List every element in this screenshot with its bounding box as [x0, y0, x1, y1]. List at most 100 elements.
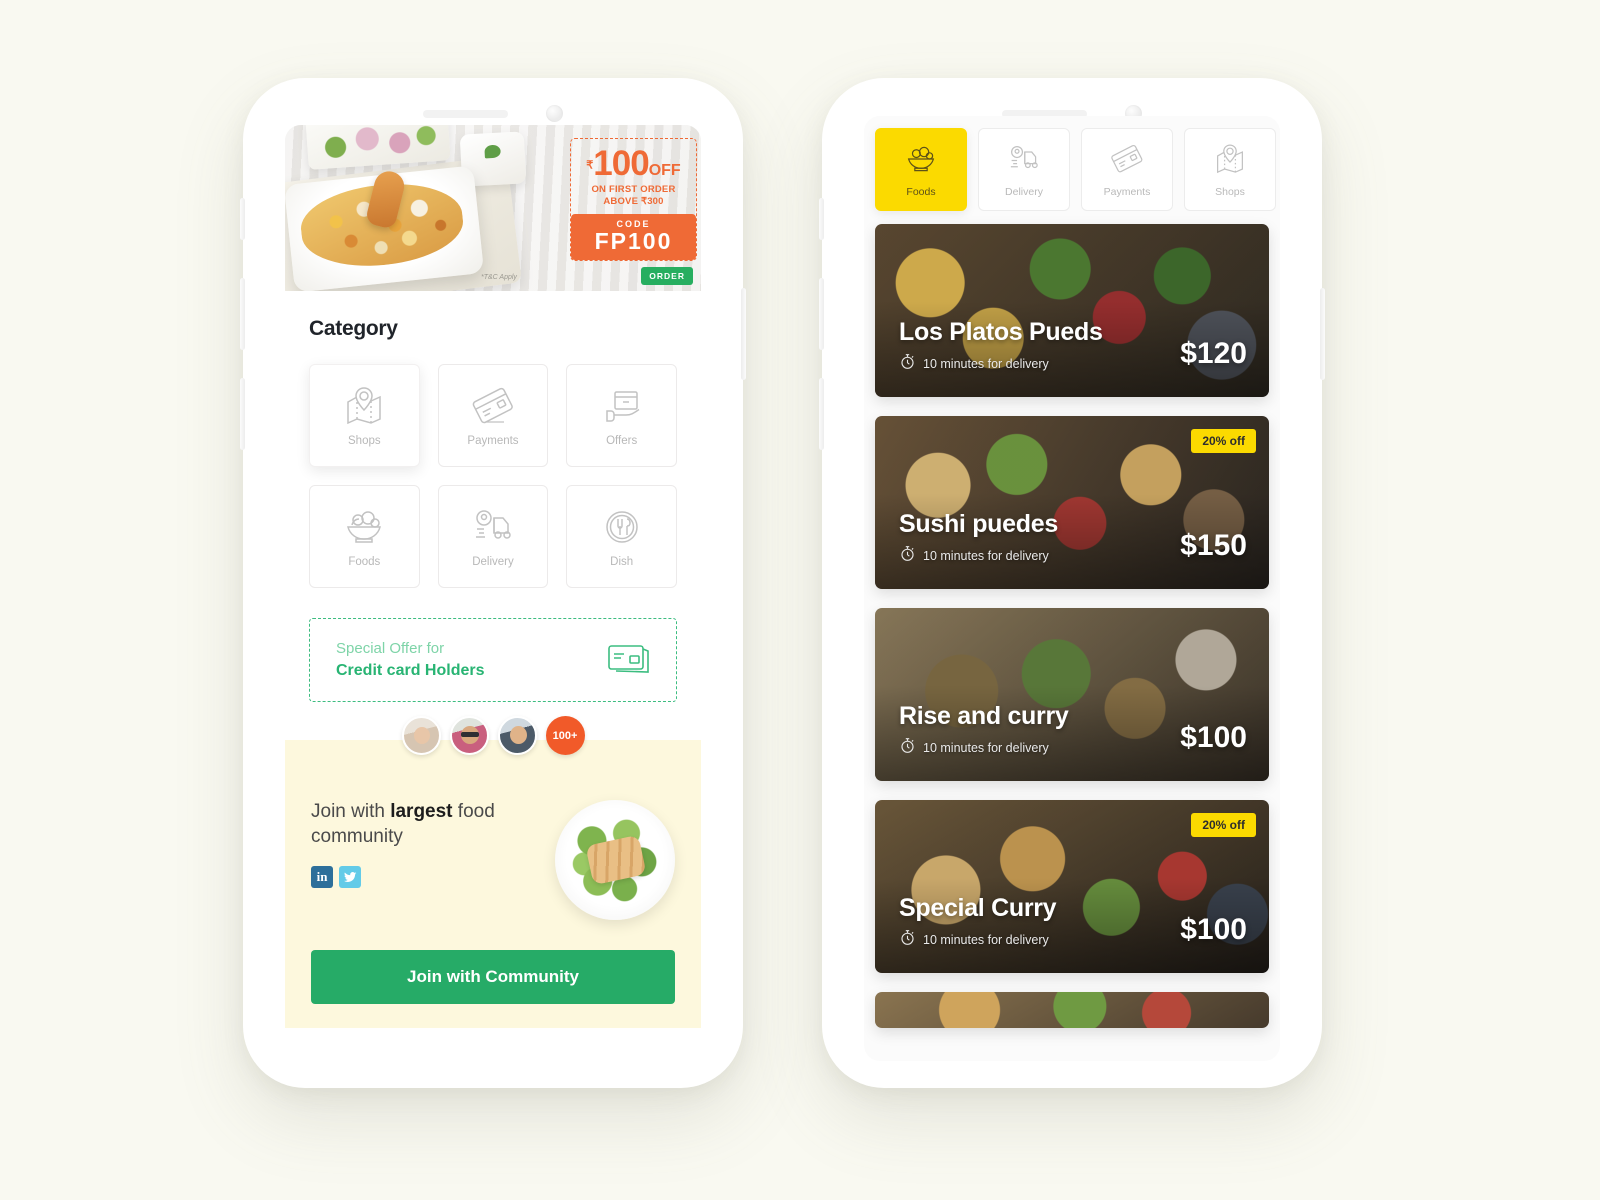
terms-text: *T&C Apply [481, 274, 517, 281]
food-delivery-meta: 10 minutes for delivery [899, 737, 1068, 759]
food-price: $120 [1180, 337, 1247, 370]
category-label-dish: Dish [610, 556, 634, 568]
order-button[interactable]: ORDER [641, 267, 693, 285]
avatar-stack: 100+ [285, 716, 701, 755]
stopwatch-icon [899, 929, 916, 951]
earpiece-speaker [423, 109, 508, 118]
phone-side-button-mute[interactable] [240, 198, 245, 240]
phone-notch-left [243, 105, 743, 122]
linkedin-icon[interactable]: in [311, 866, 333, 889]
join-community-button[interactable]: Join with Community [311, 950, 675, 1004]
condition-line-2: ABOVE ₹300 [577, 196, 690, 208]
avatar-overflow-badge[interactable]: 100+ [545, 716, 585, 755]
category-label-offers: Offers [606, 435, 638, 447]
social-links: in [311, 866, 526, 889]
special-offer-text: Special Offer for Credit card Holders [336, 638, 484, 682]
category-tab-bar[interactable]: Foods Delivery Payments Shops [864, 116, 1280, 224]
stopwatch-icon [899, 545, 916, 567]
category-label-shops: Shops [348, 435, 381, 447]
community-section: 100+ Join with largest food community in [285, 716, 701, 1028]
discount-off-label: OFF [648, 162, 681, 179]
category-item-dish[interactable]: Dish [566, 485, 677, 588]
phone-side-button-volume-up[interactable] [819, 278, 824, 350]
package-hand-icon [599, 384, 645, 428]
food-photo [875, 992, 1269, 1028]
front-camera-icon [546, 105, 563, 122]
food-delivery-meta: 10 minutes for delivery [899, 353, 1103, 375]
category-label-payments: Payments [467, 435, 519, 447]
condition-amount: ₹300 [640, 195, 664, 207]
special-offer-line2: Credit card Holders [336, 661, 485, 679]
stopwatch-icon [899, 737, 916, 759]
community-headline: Join with largest food community [311, 800, 526, 849]
phone-side-button-power[interactable] [1320, 288, 1325, 380]
food-card[interactable]: Rise and curry 10 minutes for delivery $… [875, 608, 1269, 781]
food-price: $100 [1180, 721, 1247, 754]
delivery-truck-icon [1005, 142, 1043, 181]
tab-payments[interactable]: Payments [1081, 128, 1173, 211]
food-card[interactable]: 20% off Sushi puedes 10 minutes for deli… [875, 416, 1269, 589]
category-item-delivery[interactable]: Delivery [437, 485, 549, 588]
food-card[interactable]: Los Platos Pueds 10 minutes for delivery… [875, 224, 1269, 397]
phone-side-button-volume-down[interactable] [240, 378, 245, 450]
stopwatch-icon [899, 353, 916, 375]
tab-shops[interactable]: Shops [1184, 128, 1276, 211]
credit-cards-icon [606, 639, 654, 682]
special-offer-card[interactable]: Special Offer for Credit card Holders [309, 618, 677, 702]
credit-card-icon [1108, 142, 1146, 181]
discount-amount: 100 [593, 144, 649, 183]
phone-side-button-power[interactable] [741, 288, 746, 380]
phone-side-button-volume-down[interactable] [819, 378, 824, 450]
discount-conditions: ON FIRST ORDER ABOVE ₹300 [577, 184, 690, 208]
phone-device-right: Foods Delivery Payments Shops Los Platos… [819, 78, 1325, 1088]
condition-line-1: ON FIRST ORDER [591, 184, 676, 195]
coupon-block: ₹100OFF ON FIRST ORDER ABOVE ₹300 CODE F… [570, 138, 697, 261]
food-card-info: Special Curry 10 minutes for delivery [899, 894, 1057, 951]
avatar [401, 716, 441, 755]
promo-code-value: FP100 [594, 227, 673, 254]
food-name: Rise and curry [899, 702, 1069, 730]
food-card-info: Los Platos Pueds 10 minutes for delivery [899, 318, 1103, 375]
phone-device-left: ₹100OFF ON FIRST ORDER ABOVE ₹300 CODE F… [240, 78, 746, 1088]
food-price: $100 [1180, 913, 1247, 946]
food-delivery-meta: 10 minutes for delivery [899, 545, 1058, 567]
credit-card-icon [470, 384, 516, 428]
category-title: Category [309, 317, 398, 340]
food-delivery-time: 10 minutes for delivery [923, 741, 1049, 755]
screen-right: Foods Delivery Payments Shops Los Platos… [864, 116, 1280, 1061]
discount-badge: 20% off [1191, 813, 1256, 837]
grilled-chicken [585, 834, 647, 886]
food-card[interactable]: 20% off Special Curry 10 minutes for del… [875, 800, 1269, 973]
food-bowl-icon [341, 505, 387, 549]
category-section: Category Shops Payments Offers Foods Del… [285, 291, 701, 588]
category-item-foods[interactable]: Foods [309, 485, 420, 588]
tab-foods[interactable]: Foods [875, 128, 967, 211]
screen-left: ₹100OFF ON FIRST ORDER ABOVE ₹300 CODE F… [285, 125, 701, 1050]
food-price: $150 [1180, 529, 1247, 562]
phone-side-button-mute[interactable] [819, 198, 824, 240]
delivery-truck-icon [470, 505, 516, 549]
food-name: Special Curry [899, 894, 1057, 922]
tab-delivery[interactable]: Delivery [978, 128, 1070, 211]
community-content-row: Join with largest food community in [311, 800, 675, 920]
condition-prefix: ABOVE [603, 195, 641, 207]
food-delivery-meta: 10 minutes for delivery [899, 929, 1056, 951]
twitter-icon[interactable] [339, 866, 361, 889]
phone-side-button-volume-up[interactable] [240, 278, 245, 350]
food-name: Sushi puedes [899, 510, 1058, 538]
food-card-info: Rise and curry 10 minutes for delivery [899, 702, 1069, 759]
food-delivery-time: 10 minutes for delivery [923, 933, 1049, 947]
map-pin-icon [341, 384, 387, 428]
category-item-offers[interactable]: Offers [566, 364, 677, 467]
promo-banner[interactable]: ₹100OFF ON FIRST ORDER ABOVE ₹300 CODE F… [285, 125, 701, 291]
food-name: Los Platos Pueds [899, 318, 1103, 346]
food-card-partial[interactable] [875, 992, 1269, 1028]
category-item-shops[interactable]: Shops [309, 364, 420, 467]
tab-label-shops: Shops [1215, 185, 1245, 198]
category-item-payments[interactable]: Payments [437, 364, 549, 467]
food-card-info: Sushi puedes 10 minutes for delivery [899, 510, 1058, 567]
promo-code-block: CODE FP100 [571, 213, 696, 260]
tab-label-foods: Foods [906, 185, 936, 198]
mockup-stage: ₹100OFF ON FIRST ORDER ABOVE ₹300 CODE F… [0, 0, 1600, 1200]
map-pin-icon [1211, 142, 1249, 181]
